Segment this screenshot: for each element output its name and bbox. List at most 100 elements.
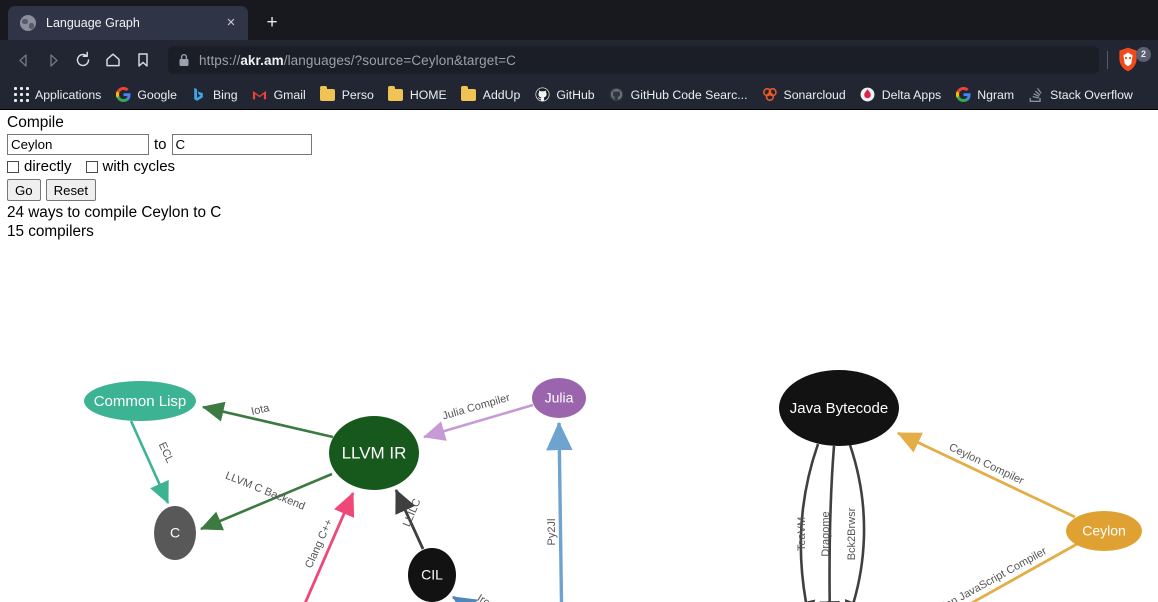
bookmark-label: Ngram [977, 87, 1015, 102]
home-icon[interactable] [98, 45, 128, 75]
edge-label: Ceylon Compiler [947, 441, 1026, 487]
browser-tab[interactable]: Language Graph × [8, 6, 248, 40]
bookmark-delta-apps[interactable]: Delta Apps [853, 83, 948, 106]
url-prefix: https:// [199, 52, 241, 68]
edge-label: Bck2Brwsr [846, 507, 858, 560]
node-label: LLVM IR [342, 443, 407, 462]
bookmark-label: Perso [341, 87, 374, 102]
edge-jbc-to-js-dragome[interactable]: Dragome [819, 445, 840, 602]
edge-jbc-to-js-teavm[interactable]: TeaVM [795, 443, 820, 602]
edge-llvm-to-c[interactable]: LLVM C Backend [200, 470, 333, 531]
tab-strip: Language Graph × + [0, 0, 1158, 40]
bookmark-label: Gmail [273, 87, 306, 102]
forward-arrow-icon[interactable] [38, 45, 68, 75]
bookmark-ngram[interactable]: Ngram [948, 83, 1021, 106]
node-common-lisp[interactable]: Common Lisp [84, 381, 196, 421]
bookmark-addup[interactable]: AddUp [454, 83, 528, 106]
bookmark-home[interactable]: HOME [381, 83, 454, 106]
edge-python-to-julia[interactable]: Py2Jl [546, 421, 573, 602]
new-tab-button[interactable]: + [258, 9, 286, 37]
bookmark-label: Sonarcloud [783, 87, 846, 102]
shield-badge-count: 2 [1136, 47, 1151, 62]
url-text: https://akr.am/languages/?source=Ceylon&… [199, 53, 516, 68]
stackoverflow-icon [1028, 87, 1044, 103]
sonarcloud-icon [762, 87, 778, 103]
apps-grid-icon [13, 87, 29, 103]
address-bar[interactable]: https://akr.am/languages/?source=Ceylon&… [168, 46, 1099, 74]
url-suffix: /languages/?source=Ceylon&target=C [283, 52, 517, 68]
language-graph[interactable]: Iota ECL LLVM C Backend Julia Compiler C… [0, 110, 1158, 602]
edge-ceylon-to-js[interactable]: Ceylon JavaScript Compiler [902, 542, 1078, 602]
bookmark-google[interactable]: Google [108, 83, 184, 106]
bookmark-perso[interactable]: Perso [313, 83, 381, 106]
toolbar-divider [1107, 51, 1108, 69]
bookmark-label: Bing [212, 87, 238, 102]
bing-icon [191, 87, 207, 103]
bookmarks-bar: Applications Google Bing Gmail Perso HOM… [0, 80, 1158, 109]
url-domain: akr.am [240, 52, 284, 68]
bookmark-stack-overflow[interactable]: Stack Overflow [1021, 83, 1140, 106]
edge-jbc-to-js-bck2brwsr[interactable]: Bck2Brwsr [844, 444, 866, 602]
edge-label: TeaVM [796, 517, 808, 551]
node-label: CIL [421, 567, 443, 583]
edge-label: LLILC [401, 497, 424, 529]
node-java-bytecode[interactable]: Java Bytecode [779, 370, 899, 446]
folder-icon [461, 85, 477, 103]
bookmark-label: Google [137, 87, 177, 102]
bookmark-label: Delta Apps [881, 87, 942, 102]
folder-icon [388, 85, 404, 103]
node-label: Common Lisp [94, 393, 187, 410]
edge-cpp-to-llvm[interactable]: Clang C++ [303, 491, 355, 602]
edge-label: Py2Jl [546, 519, 558, 546]
github-icon [534, 87, 550, 103]
edge-llvm-to-commonlisp[interactable]: Iota [201, 401, 334, 439]
lock-icon [178, 53, 190, 67]
edge-julia-to-llvm[interactable]: Julia Compiler [423, 392, 534, 441]
node-julia[interactable]: Julia [532, 378, 586, 418]
page-content: Compile to directly with cycles Go Reset… [0, 109, 1158, 602]
bookmark-label: Stack Overflow [1050, 87, 1133, 102]
bookmark-applications[interactable]: Applications [6, 83, 108, 106]
node-label: Ceylon [1082, 523, 1126, 539]
graph-edges: Iota ECL LLVM C Backend Julia Compiler C… [129, 392, 1078, 602]
edge-label: Julia Compiler [441, 392, 512, 423]
github-code-search-icon [609, 87, 625, 103]
brave-lion-shield-icon[interactable]: 2 [1116, 45, 1151, 75]
edge-ceylon-to-jbc[interactable]: Ceylon Compiler [896, 431, 1076, 519]
bookmark-label: GitHub [556, 87, 595, 102]
edge-python-to-cil[interactable]: IronPython [452, 592, 530, 602]
delta-apps-icon [860, 87, 876, 103]
folder-icon [320, 85, 336, 103]
bookmark-sonarcloud[interactable]: Sonarcloud [755, 83, 853, 106]
navigation-bar: https://akr.am/languages/?source=Ceylon&… [0, 40, 1158, 80]
edge-cil-to-llvm[interactable]: LLILC [394, 488, 425, 550]
gmail-icon [252, 87, 268, 103]
node-label: Julia [545, 390, 574, 406]
node-llvm-ir[interactable]: LLVM IR [329, 416, 419, 490]
node-label: Java Bytecode [790, 400, 888, 417]
bookmark-github-code-search[interactable]: GitHub Code Searc... [602, 83, 755, 106]
globe-icon [20, 15, 36, 31]
edge-commonlisp-to-c[interactable]: ECL [129, 420, 176, 504]
node-label: C [170, 525, 180, 541]
close-icon[interactable]: × [222, 14, 240, 32]
back-arrow-icon[interactable] [8, 45, 38, 75]
reload-icon[interactable] [68, 45, 98, 75]
bookmark-icon[interactable] [128, 45, 158, 75]
bookmark-bing[interactable]: Bing [184, 83, 245, 106]
node-ceylon[interactable]: Ceylon [1066, 511, 1142, 551]
node-c[interactable]: C [154, 506, 196, 560]
edge-label: ECL [156, 440, 176, 464]
edge-label: Iota [250, 402, 271, 418]
google-icon [955, 87, 971, 103]
bookmark-github[interactable]: GitHub [527, 83, 601, 106]
bookmark-gmail[interactable]: Gmail [245, 83, 313, 106]
edge-label: Dragome [820, 511, 832, 556]
tab-title: Language Graph [46, 16, 140, 30]
bookmark-label: AddUp [482, 87, 521, 102]
edge-label: IronPython [475, 592, 526, 602]
bookmark-label: Applications [35, 87, 102, 102]
bookmark-label: HOME [409, 87, 447, 102]
node-cil[interactable]: CIL [408, 548, 456, 602]
browser-window: Language Graph × + https://akr.am/langua… [0, 0, 1158, 109]
